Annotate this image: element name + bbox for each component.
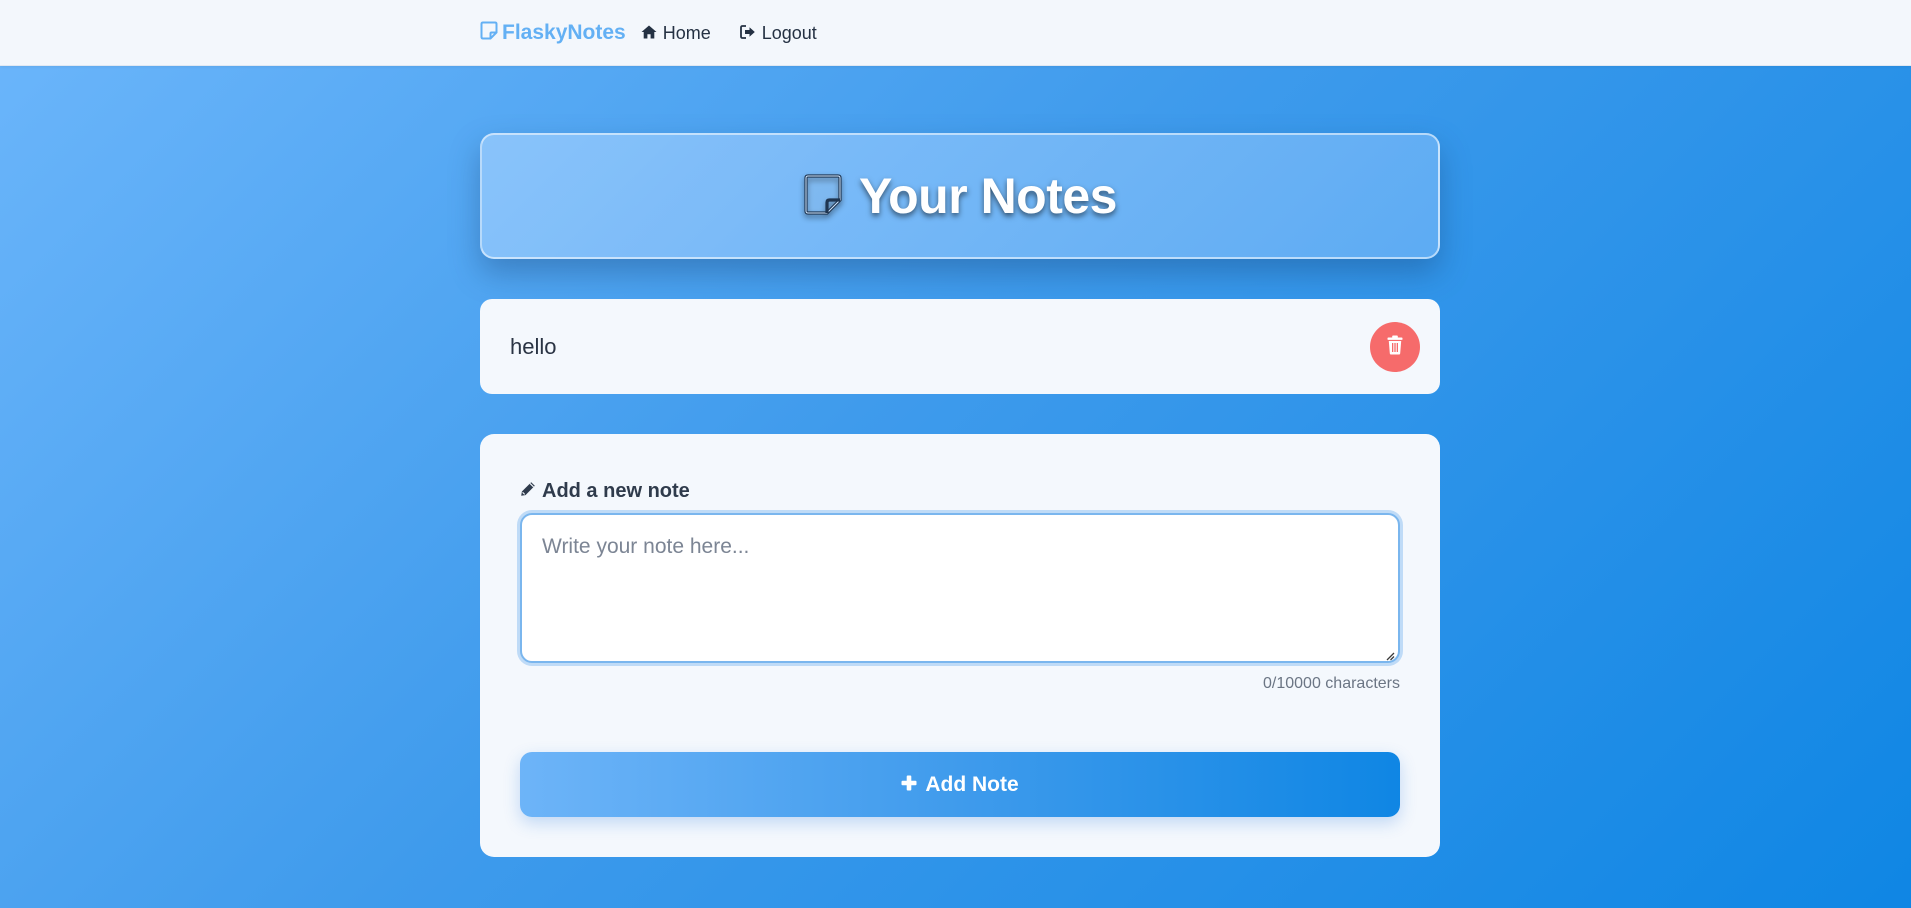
navbar-inner: FlaskyNotes Home Logout bbox=[480, 0, 846, 66]
nav-link-home-label: Home bbox=[662, 22, 711, 43]
note-input-label: Add a new note bbox=[520, 480, 1400, 503]
nav-link-logout[interactable]: Logout bbox=[739, 22, 817, 44]
brand-link[interactable]: FlaskyNotes bbox=[480, 21, 626, 46]
note-input-label-text: Add a new note bbox=[542, 480, 690, 502]
resize-handle-icon[interactable] bbox=[1385, 648, 1395, 661]
delete-note-button[interactable] bbox=[1370, 321, 1420, 372]
nav-link-logout-label: Logout bbox=[761, 22, 817, 43]
main-container: Your Notes hello Add a new note Write yo… bbox=[480, 133, 1440, 857]
sticky-note-icon bbox=[480, 21, 498, 46]
add-note-button[interactable]: Add Note bbox=[520, 752, 1400, 817]
note-text: hello bbox=[510, 333, 557, 359]
character-counter: 0/10000 characters bbox=[1263, 675, 1400, 692]
pencil-icon bbox=[520, 480, 536, 503]
trash-icon bbox=[1387, 335, 1403, 358]
add-note-form: Add a new note 0/10000 characters Add No… bbox=[480, 434, 1440, 857]
sticky-note-icon bbox=[803, 173, 843, 220]
logout-icon bbox=[739, 23, 756, 44]
note-item: hello bbox=[480, 299, 1440, 394]
page-title: Your Notes bbox=[859, 168, 1118, 224]
note-textarea[interactable] bbox=[522, 515, 1398, 661]
home-icon bbox=[641, 23, 657, 44]
navbar: FlaskyNotes Home Logout bbox=[0, 0, 1911, 66]
add-note-button-label: Add Note bbox=[925, 772, 1019, 796]
brand-label: FlaskyNotes bbox=[502, 21, 626, 44]
plus-icon bbox=[901, 773, 917, 797]
note-textarea-wrapper bbox=[520, 513, 1400, 663]
page-header: Your Notes bbox=[480, 133, 1440, 259]
nav-link-home[interactable]: Home bbox=[641, 23, 711, 44]
